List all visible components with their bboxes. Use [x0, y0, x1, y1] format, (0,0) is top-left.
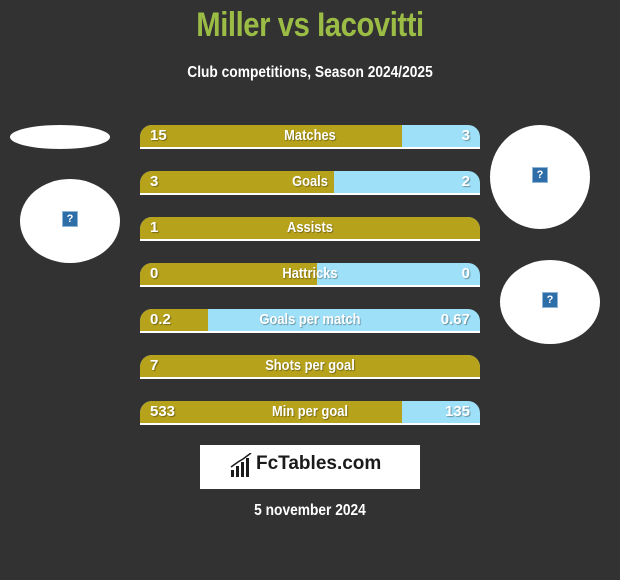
stat-bar-min-per-goal: Min per goal 533 135 [140, 401, 480, 425]
stat-label: Min per goal [272, 403, 348, 420]
left-value: 533 [150, 403, 176, 420]
stat-label: Shots per goal [265, 357, 355, 374]
right-value: 135 [444, 403, 470, 420]
broken-image-icon: ? [532, 167, 548, 183]
stat-label: Goals [292, 173, 328, 190]
left-value: 1 [150, 219, 159, 236]
bar-chart-icon [230, 453, 252, 477]
fctables-logo[interactable]: FcTables.com [200, 445, 420, 489]
left-player-photo: ? [20, 179, 120, 263]
logo-text: FcTables.com [256, 453, 382, 474]
right-value: 2 [461, 173, 470, 190]
broken-image-icon: ? [542, 292, 558, 308]
stat-label: Hattricks [282, 265, 338, 282]
stat-bar-assists: Assists 1 [140, 217, 480, 241]
right-value: 0.67 [440, 311, 470, 328]
right-value: 0 [461, 265, 470, 282]
stat-bar-matches: Matches 15 3 [140, 125, 480, 149]
stat-bar-goals-per-match: Goals per match 0.2 0.67 [140, 309, 480, 333]
left-value: 0 [150, 265, 159, 282]
right-team-logo: ? [500, 260, 600, 344]
left-value: 7 [150, 357, 159, 374]
right-player-photo: ? [490, 125, 590, 229]
stat-bar-goals: Goals 3 2 [140, 171, 480, 195]
date-label: 5 november 2024 [254, 502, 366, 519]
stat-label: Assists [287, 219, 333, 236]
left-value: 3 [150, 173, 159, 190]
stat-bar-hattricks: Hattricks 0 0 [140, 263, 480, 287]
stat-label: Matches [284, 127, 336, 144]
stat-bar-shots-per-goal: Shots per goal 7 [140, 355, 480, 379]
page-subtitle: Club competitions, Season 2024/2025 [187, 64, 433, 81]
page-title: Miller vs Iacovitti [196, 6, 424, 44]
broken-image-icon: ? [62, 211, 78, 227]
stat-label: Goals per match [259, 311, 361, 328]
right-value: 3 [461, 127, 470, 144]
left-team-logo-placeholder [10, 125, 110, 149]
left-value: 0.2 [150, 311, 171, 328]
left-value: 15 [150, 127, 167, 144]
